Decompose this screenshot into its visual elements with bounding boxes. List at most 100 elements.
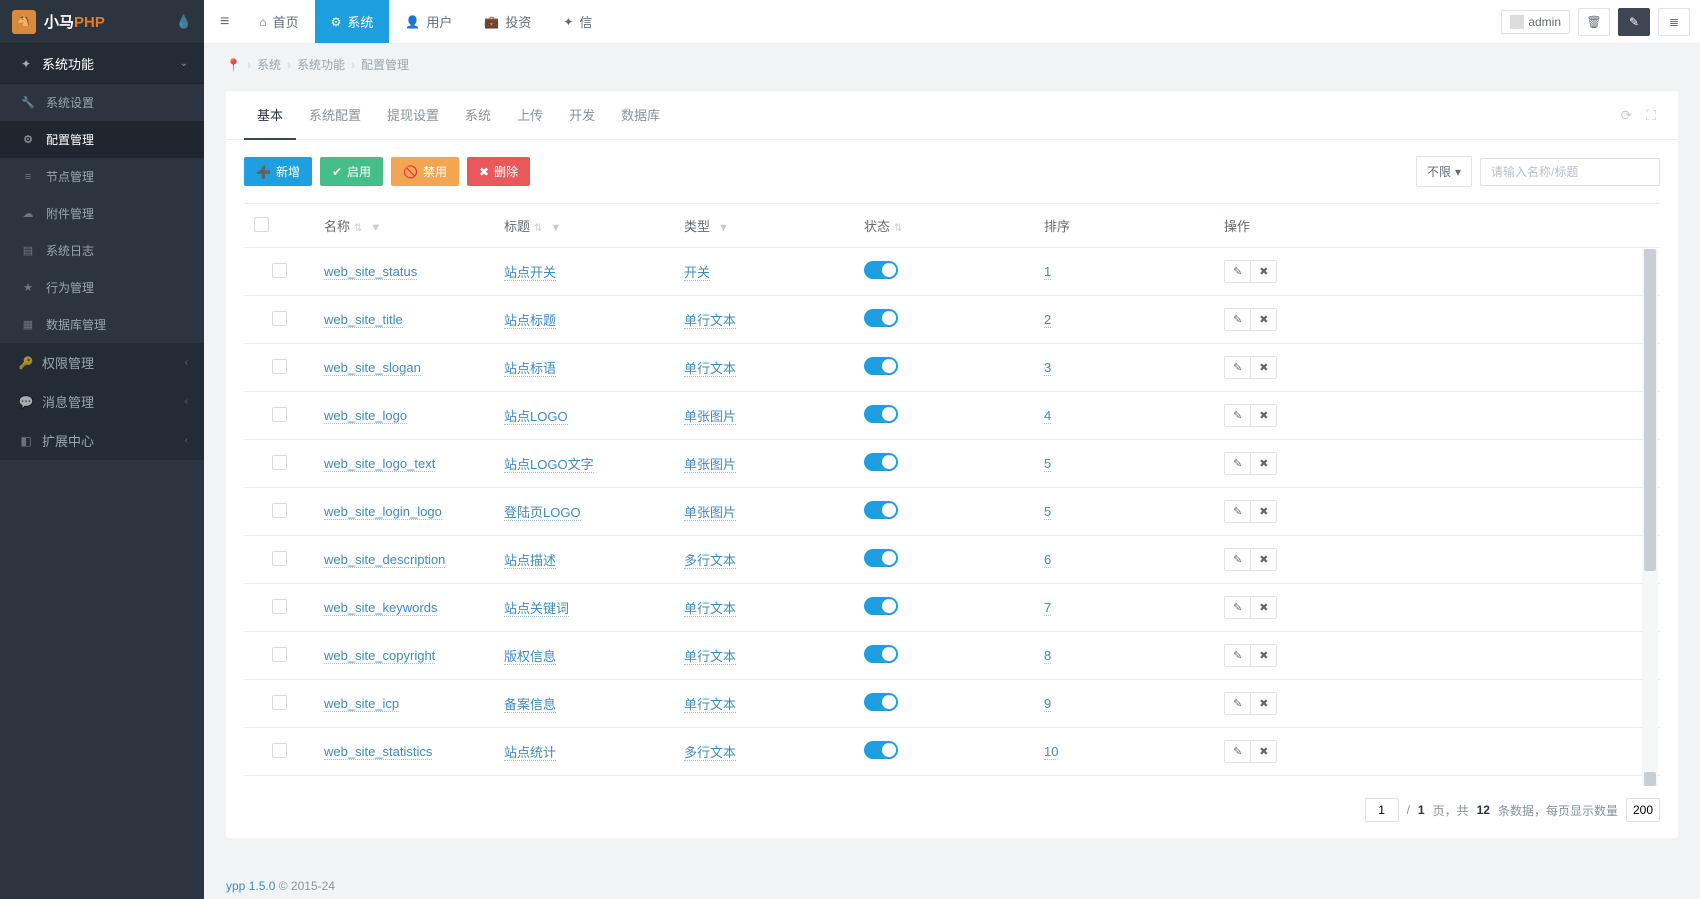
row-name[interactable]: web_site_title <box>324 312 403 328</box>
row-checkbox[interactable] <box>272 743 287 758</box>
logo[interactable]: 🐴 小马PHP 💧 <box>0 0 204 44</box>
sidebar-group-权限管理[interactable]: 🔑权限管理‹ <box>0 343 204 382</box>
delete-icon[interactable]: ✖ <box>1250 741 1276 762</box>
row-title[interactable]: 站点LOGO文字 <box>504 457 594 473</box>
row-type[interactable]: 多行文本 <box>684 553 736 569</box>
pin-icon[interactable]: 📍 <box>226 58 241 72</box>
edit-icon[interactable]: ✎ <box>1225 453 1250 474</box>
status-switch[interactable] <box>864 453 898 471</box>
status-switch[interactable] <box>864 693 898 711</box>
row-sort[interactable]: 5 <box>1044 456 1051 472</box>
scrollbar-thumb[interactable] <box>1644 772 1656 786</box>
row-checkbox[interactable] <box>272 407 287 422</box>
row-name[interactable]: web_site_icp <box>324 696 399 712</box>
row-name[interactable]: web_site_keywords <box>324 600 437 616</box>
fullscreen-icon[interactable]: ⛶ <box>1646 107 1656 124</box>
row-checkbox[interactable] <box>272 599 287 614</box>
row-checkbox[interactable] <box>272 503 287 518</box>
row-title[interactable]: 登陆页LOGO <box>504 505 581 521</box>
edit-icon[interactable]: ✎ <box>1225 501 1250 522</box>
row-title[interactable]: 版权信息 <box>504 649 556 665</box>
topnav-用户[interactable]: 👤用户 <box>389 0 468 43</box>
row-name[interactable]: web_site_login_logo <box>324 504 442 520</box>
row-title[interactable]: 站点描述 <box>504 553 556 569</box>
trash-button[interactable]: 🗑 <box>1578 8 1610 36</box>
row-title[interactable]: 站点关键词 <box>504 601 569 617</box>
edit-icon[interactable]: ✎ <box>1225 405 1250 426</box>
row-type[interactable]: 单行文本 <box>684 361 736 377</box>
row-type[interactable]: 单行文本 <box>684 697 736 713</box>
disable-button[interactable]: 🚫禁用 <box>391 157 459 186</box>
breadcrumb-item[interactable]: 系统功能 <box>297 56 345 73</box>
select-all-checkbox[interactable] <box>254 217 269 232</box>
sidebar-item-数据库管理[interactable]: ▦数据库管理 <box>0 306 204 343</box>
row-title[interactable]: 站点标语 <box>504 361 556 377</box>
topnav-系统[interactable]: ⚙系统 <box>315 0 390 43</box>
row-type[interactable]: 单行文本 <box>684 313 736 329</box>
row-type[interactable]: 单行文本 <box>684 649 736 665</box>
row-title[interactable]: 站点统计 <box>504 745 556 761</box>
delete-icon[interactable]: ✖ <box>1250 501 1276 522</box>
sidebar-item-系统设置[interactable]: 🔧系统设置 <box>0 84 204 121</box>
row-sort[interactable]: 5 <box>1044 504 1051 520</box>
breadcrumb-item[interactable]: 配置管理 <box>361 56 409 73</box>
row-sort[interactable]: 4 <box>1044 408 1051 424</box>
sidebar-item-行为管理[interactable]: ★行为管理 <box>0 269 204 306</box>
row-name[interactable]: web_site_logo <box>324 408 407 424</box>
row-type[interactable]: 开关 <box>684 265 710 281</box>
status-switch[interactable] <box>864 309 898 327</box>
sort-icon[interactable]: ⇅ <box>894 223 902 234</box>
breadcrumb-item[interactable]: 系统 <box>257 56 281 73</box>
row-name[interactable]: web_site_copyright <box>324 648 435 664</box>
tab-开发[interactable]: 开发 <box>556 91 608 139</box>
row-checkbox[interactable] <box>272 263 287 278</box>
row-name[interactable]: web_site_logo_text <box>324 456 435 472</box>
row-type[interactable]: 单张图片 <box>684 505 736 521</box>
delete-button[interactable]: ✖删除 <box>467 157 530 186</box>
tab-上传[interactable]: 上传 <box>504 91 556 139</box>
row-sort[interactable]: 10 <box>1044 744 1058 760</box>
row-sort[interactable]: 6 <box>1044 552 1051 568</box>
page-input[interactable] <box>1365 798 1399 822</box>
table-scrollbar[interactable] <box>1642 249 1658 786</box>
row-title[interactable]: 站点标题 <box>504 313 556 329</box>
row-name[interactable]: web_site_status <box>324 264 417 280</box>
list-button[interactable]: ≣ <box>1658 8 1690 36</box>
row-title[interactable]: 备案信息 <box>504 697 556 713</box>
tab-基本[interactable]: 基本 <box>244 91 296 140</box>
row-type[interactable]: 多行文本 <box>684 745 736 761</box>
edit-button[interactable]: ✎ <box>1618 8 1650 36</box>
row-title[interactable]: 站点开关 <box>504 265 556 281</box>
status-switch[interactable] <box>864 357 898 375</box>
row-type[interactable]: 单张图片 <box>684 409 736 425</box>
delete-icon[interactable]: ✖ <box>1250 309 1276 330</box>
status-switch[interactable] <box>864 261 898 279</box>
edit-icon[interactable]: ✎ <box>1225 357 1250 378</box>
filter-dropdown[interactable]: 不限▾ <box>1416 156 1472 187</box>
edit-icon[interactable]: ✎ <box>1225 645 1250 666</box>
row-sort[interactable]: 7 <box>1044 600 1051 616</box>
row-checkbox[interactable] <box>272 551 287 566</box>
row-sort[interactable]: 2 <box>1044 312 1051 328</box>
row-sort[interactable]: 1 <box>1044 264 1051 280</box>
delete-icon[interactable]: ✖ <box>1250 693 1276 714</box>
row-checkbox[interactable] <box>272 311 287 326</box>
status-switch[interactable] <box>864 549 898 567</box>
sidebar-item-系统日志[interactable]: ▤系统日志 <box>0 232 204 269</box>
row-checkbox[interactable] <box>272 455 287 470</box>
delete-icon[interactable]: ✖ <box>1250 405 1276 426</box>
delete-icon[interactable]: ✖ <box>1250 549 1276 570</box>
tab-提现设置[interactable]: 提现设置 <box>374 91 452 139</box>
sidebar-group-扩展中心[interactable]: ◧扩展中心‹ <box>0 421 204 460</box>
refresh-icon[interactable]: ⟳ <box>1620 107 1632 124</box>
tab-系统[interactable]: 系统 <box>452 91 504 139</box>
sidebar-item-配置管理[interactable]: ⚙配置管理 <box>0 121 204 158</box>
status-switch[interactable] <box>864 645 898 663</box>
delete-icon[interactable]: ✖ <box>1250 453 1276 474</box>
edit-icon[interactable]: ✎ <box>1225 741 1250 762</box>
edit-icon[interactable]: ✎ <box>1225 309 1250 330</box>
status-switch[interactable] <box>864 597 898 615</box>
topnav-首页[interactable]: ⌂首页 <box>243 0 314 43</box>
add-button[interactable]: ➕新增 <box>244 157 312 186</box>
admin-user-button[interactable]: admin <box>1501 10 1570 34</box>
